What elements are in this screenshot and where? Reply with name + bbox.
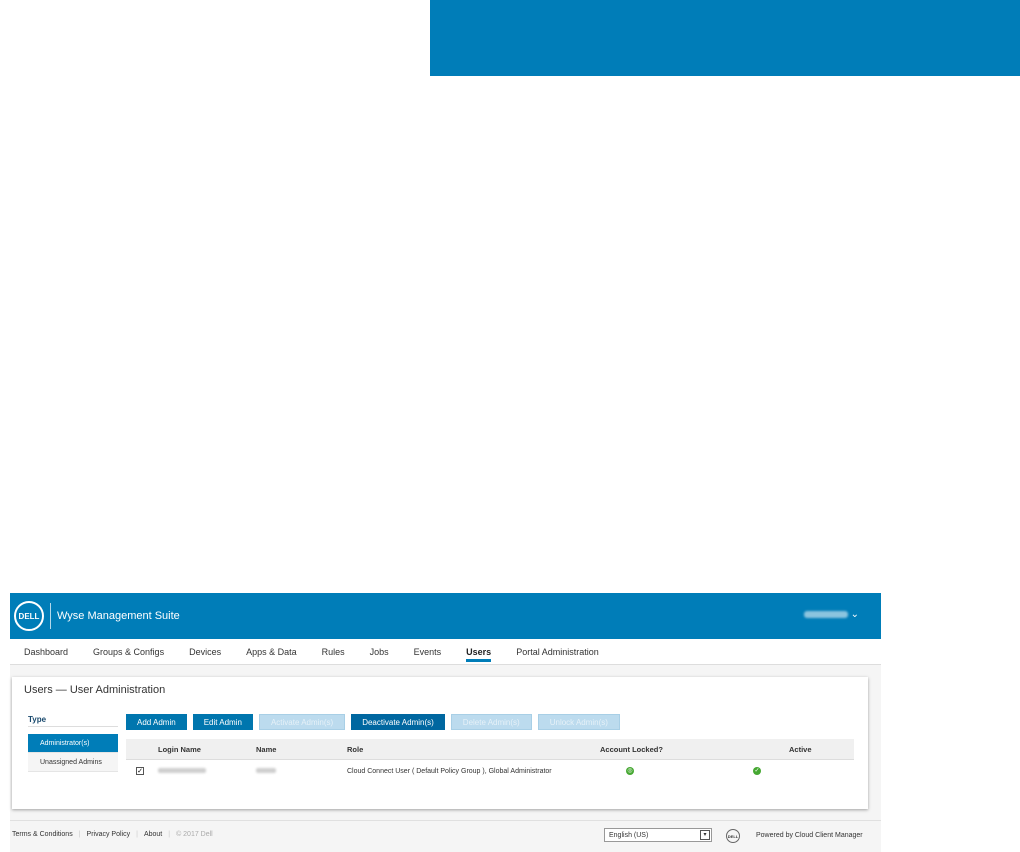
- col-account-locked[interactable]: Account Locked?: [600, 745, 663, 754]
- add-admin-button[interactable]: Add Admin: [126, 714, 187, 730]
- nav-users[interactable]: Users: [466, 639, 492, 662]
- terms-link[interactable]: Terms & Conditions: [12, 831, 73, 838]
- col-name[interactable]: Name: [256, 745, 276, 754]
- about-link[interactable]: About: [144, 831, 162, 838]
- footer-separator: |: [136, 831, 138, 838]
- nav-devices[interactable]: Devices: [189, 639, 221, 657]
- footer: Terms & Conditions | Privacy Policy | Ab…: [10, 820, 881, 851]
- edit-admin-button[interactable]: Edit Admin: [192, 714, 253, 730]
- delete-admins-button[interactable]: Delete Admin(s): [450, 714, 532, 730]
- user-email-blurred: [803, 611, 848, 618]
- type-filter-label: Type: [28, 715, 47, 724]
- chevron-down-icon: ▾: [700, 830, 710, 840]
- user-admin-panel: Users — User Administration Type Adminis…: [12, 677, 868, 809]
- footer-links: Terms & Conditions | Privacy Policy | Ab…: [12, 831, 213, 838]
- admin-table-header: Login Name Name Role Account Locked? Act…: [126, 739, 854, 760]
- main-nav: Dashboard Groups & Configs Devices Apps …: [10, 639, 881, 665]
- app-title: Wyse Management Suite: [57, 610, 180, 622]
- deactivate-admins-button[interactable]: Deactivate Admin(s): [351, 714, 445, 730]
- col-role[interactable]: Role: [347, 745, 363, 754]
- nav-events[interactable]: Events: [414, 639, 442, 657]
- nav-dashboard[interactable]: Dashboard: [24, 639, 68, 657]
- app-header: DELL Wyse Management Suite ⌄: [10, 593, 881, 639]
- col-active[interactable]: Active: [789, 745, 812, 754]
- unlocked-icon: ◎: [626, 767, 634, 775]
- dell-logo: DELL: [726, 829, 740, 843]
- powered-by: Powered by Cloud Client Manager: [756, 832, 863, 839]
- chevron-down-icon: ⌄: [850, 609, 859, 620]
- wms-app: DELL Wyse Management Suite ⌄ Dashboard G…: [10, 593, 881, 852]
- type-item-unassigned-admins[interactable]: Unassigned Admins: [28, 753, 118, 772]
- nav-jobs[interactable]: Jobs: [370, 639, 389, 657]
- top-accent-banner: [430, 0, 1020, 76]
- unlock-admins-button[interactable]: Unlock Admin(s): [537, 714, 620, 730]
- activate-admins-button[interactable]: Activate Admin(s): [258, 714, 346, 730]
- nav-apps-data[interactable]: Apps & Data: [246, 639, 297, 657]
- nav-portal-administration[interactable]: Portal Administration: [516, 639, 599, 657]
- type-divider: [28, 726, 118, 727]
- page-title: Users — User Administration: [24, 684, 166, 696]
- header-divider: [50, 603, 51, 629]
- type-item-administrators[interactable]: Administrator(s): [28, 734, 118, 753]
- dell-logo: DELL: [14, 601, 44, 631]
- privacy-link[interactable]: Privacy Policy: [87, 831, 131, 838]
- footer-separator: |: [168, 831, 171, 838]
- user-menu[interactable]: ⌄: [803, 609, 859, 620]
- role-cell: Cloud Connect User ( Default Policy Grou…: [347, 768, 552, 775]
- row-checkbox[interactable]: ✓: [136, 767, 144, 775]
- nav-groups-configs[interactable]: Groups & Configs: [93, 639, 164, 657]
- language-value: English (US): [609, 831, 649, 839]
- footer-separator: |: [78, 831, 81, 838]
- language-select[interactable]: English (US) ▾: [604, 828, 712, 842]
- copyright: © 2017 Dell: [176, 831, 213, 838]
- table-row[interactable]: ✓ Cloud Connect User ( Default Policy Gr…: [126, 760, 854, 782]
- name-blurred: [256, 768, 276, 775]
- check-icon: ✓: [753, 767, 761, 775]
- type-filter-list: Administrator(s) Unassigned Admins: [28, 734, 118, 772]
- nav-rules[interactable]: Rules: [322, 639, 345, 657]
- admin-toolbar: Add Admin Edit Admin Activate Admin(s) D…: [126, 714, 620, 730]
- col-login-name[interactable]: Login Name: [158, 745, 201, 754]
- login-name-blurred: [158, 768, 206, 775]
